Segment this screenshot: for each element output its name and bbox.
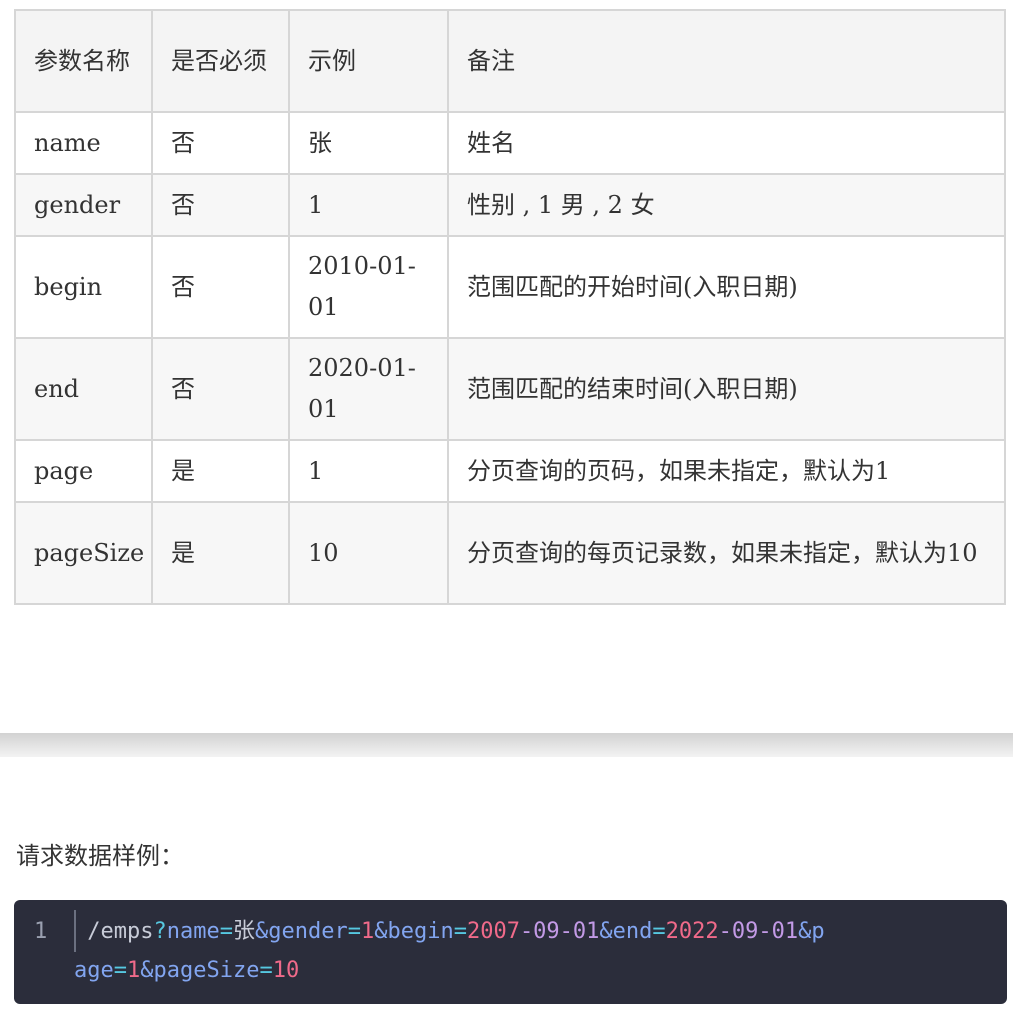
code-token: end [612, 919, 653, 944]
cell-example: 2020-01-01 [288, 337, 449, 441]
code-token: gender [268, 919, 348, 944]
cell-required: 否 [151, 111, 290, 175]
cell-example: 1 [288, 173, 449, 237]
code-token: & [374, 919, 388, 944]
code-token: = [453, 919, 467, 944]
code-token: -09-01 [718, 919, 799, 944]
code-token: = [113, 958, 127, 983]
code-token: 张 [232, 919, 255, 944]
table-row: pageSize 是 10 分页查询的每页记录数，如果未指定，默认为10 [14, 501, 1006, 605]
table-row: begin 否 2010-01-01 范围匹配的开始时间(入职日期) [14, 235, 1006, 339]
cell-example: 张 [288, 111, 449, 175]
code-token: /emps [87, 919, 154, 944]
code-token: = [652, 919, 666, 944]
cell-note: 姓名 [447, 111, 1006, 175]
header-required: 是否必须 [151, 9, 290, 113]
cell-note: 范围匹配的开始时间(入职日期) [447, 235, 1006, 339]
cell-required: 否 [151, 173, 290, 237]
code-block: 1 /emps?name=张&gender=1&begin=2007-09-01… [14, 900, 1007, 1004]
cell-required: 是 [151, 501, 290, 605]
cell-note: 范围匹配的结束时间(入职日期) [447, 337, 1006, 441]
code-token: begin [387, 919, 454, 944]
cell-required: 否 [151, 235, 290, 339]
header-example: 示例 [288, 9, 449, 113]
cell-required: 否 [151, 337, 290, 441]
code-token: ? [153, 919, 167, 944]
line-number: 1 [34, 919, 48, 944]
table-row: gender 否 1 性别 , 1 男 , 2 女 [14, 173, 1006, 237]
code-token: = [259, 958, 273, 983]
table-row: end 否 2020-01-01 范围匹配的结束时间(入职日期) [14, 337, 1006, 441]
section-divider [0, 733, 1013, 757]
parameter-table: 参数名称 是否必须 示例 备注 name 否 张 姓名 gender 否 1 性… [14, 9, 1006, 605]
cell-param-name: pageSize [14, 501, 153, 605]
code-token: pageSize [153, 958, 260, 983]
cell-param-name: end [14, 337, 153, 441]
header-param-name: 参数名称 [14, 9, 153, 113]
cell-note: 性别 , 1 男 , 2 女 [447, 173, 1006, 237]
code-token: 1 [127, 958, 141, 983]
cell-example: 1 [288, 439, 449, 503]
code-token: & [798, 919, 812, 944]
code-token: = [347, 919, 361, 944]
code-token: = [219, 919, 233, 944]
code-token: & [254, 919, 269, 944]
code-token: -09-01 [519, 919, 600, 944]
cell-param-name: gender [14, 173, 153, 237]
cell-example: 10 [288, 501, 449, 605]
code-line: /emps?name=张&gender=1&begin=2007-09-01&e… [74, 912, 834, 990]
code-token: 2007 [466, 919, 520, 944]
header-note: 备注 [447, 9, 1006, 113]
table-row: name 否 张 姓名 [14, 111, 1006, 175]
code-token: name [166, 919, 220, 944]
cell-param-name: begin [14, 235, 153, 339]
cell-example: 2010-01-01 [288, 235, 449, 339]
code-token: 10 [272, 958, 300, 983]
cell-note: 分页查询的页码，如果未指定，默认为1 [447, 439, 1006, 503]
cell-param-name: page [14, 439, 153, 503]
table-row: page 是 1 分页查询的页码，如果未指定，默认为1 [14, 439, 1006, 503]
table-header-row: 参数名称 是否必须 示例 备注 [14, 9, 1006, 113]
request-sample-label: 请求数据样例： [16, 842, 184, 870]
code-token: & [140, 958, 154, 983]
cell-note: 分页查询的每页记录数，如果未指定，默认为10 [447, 501, 1006, 605]
code-token: & [599, 919, 613, 944]
code-token: 2022 [665, 919, 719, 944]
cell-required: 是 [151, 439, 290, 503]
cell-param-name: name [14, 111, 153, 175]
code-token: 1 [360, 919, 375, 944]
